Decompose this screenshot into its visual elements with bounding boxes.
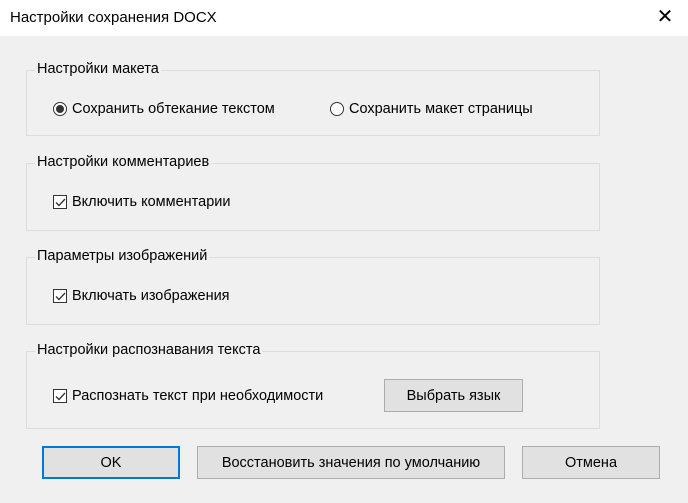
window-title: Настройки сохранения DOCX	[10, 9, 217, 26]
recognize-text-checkbox[interactable]: Распознать текст при необходимости	[53, 388, 323, 404]
comments-settings-group: Настройки комментариев Включить коммента…	[26, 154, 600, 231]
ok-button[interactable]: OK	[42, 446, 180, 479]
checkbox-label: Включать изображения	[72, 288, 230, 304]
layout-settings-group: Настройки макета Сохранить обтекание тек…	[26, 61, 600, 136]
image-settings-group: Параметры изображений Включать изображен…	[26, 248, 600, 325]
checkmark-icon	[53, 195, 67, 209]
radio-keep-page-layout[interactable]: Сохранить макет страницы	[330, 101, 533, 117]
group-title: Настройки макета	[35, 61, 161, 77]
radio-keep-text-wrap[interactable]: Сохранить обтекание текстом	[53, 101, 275, 117]
radio-label: Сохранить макет страницы	[349, 101, 533, 117]
group-title: Настройки распознавания текста	[35, 342, 263, 358]
radio-unselected-icon	[330, 102, 344, 116]
radio-selected-icon	[53, 102, 67, 116]
title-bar: Настройки сохранения DOCX ✕	[0, 0, 688, 36]
checkbox-label: Включить комментарии	[72, 194, 231, 210]
choose-language-button[interactable]: Выбрать язык	[384, 379, 523, 412]
include-images-checkbox[interactable]: Включать изображения	[53, 288, 230, 304]
restore-defaults-button[interactable]: Восстановить значения по умолчанию	[197, 446, 505, 479]
close-icon[interactable]: ✕	[642, 0, 688, 32]
group-title: Настройки комментариев	[35, 154, 212, 170]
checkmark-icon	[53, 389, 67, 403]
radio-label: Сохранить обтекание текстом	[72, 101, 275, 117]
cancel-button[interactable]: Отмена	[522, 446, 660, 479]
include-comments-checkbox[interactable]: Включить комментарии	[53, 194, 230, 210]
ocr-settings-group: Настройки распознавания текста Распознат…	[26, 342, 600, 429]
checkbox-label: Распознать текст при необходимости	[72, 388, 324, 404]
checkmark-icon	[53, 289, 67, 303]
group-title: Параметры изображений	[35, 248, 210, 264]
